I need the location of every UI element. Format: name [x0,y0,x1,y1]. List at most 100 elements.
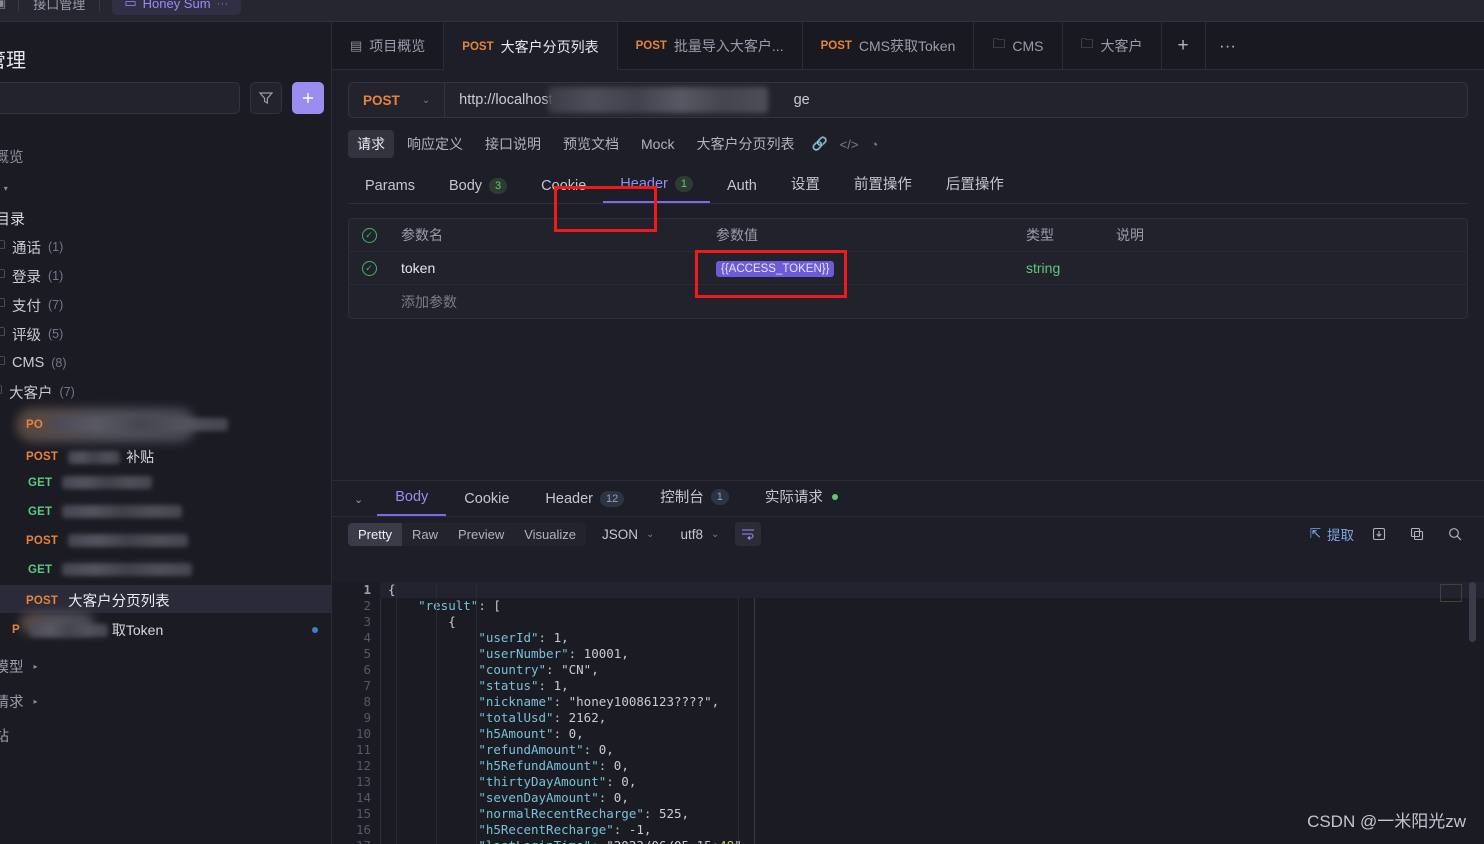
code-line[interactable]: "result": [ [380,598,1484,614]
extract-button[interactable]: ⇱ 提取 [1310,524,1354,544]
sidebar-folder-zhifu[interactable]: 🗀 支付 (7) [0,294,63,316]
table-add-row[interactable]: 添加参数 [349,285,1467,318]
sidebar-folder-denglu[interactable]: 🗀 登录 (1) [0,265,63,287]
variable-chip[interactable]: {{ACCESS_TOKEN}} [716,261,835,277]
sidebar-item-quick-request[interactable]: 建请求 ▸ [0,691,38,712]
chevron-down-icon[interactable]: ⌄ [348,493,377,516]
tab-response-header[interactable]: Header 12 [527,491,642,516]
method-select[interactable]: POST ⌄ [349,83,446,117]
code-line[interactable]: "userId": 1, [380,630,1484,646]
code-line[interactable]: "sevenDayAmount": 0, [380,790,1484,806]
select-all-checkbox[interactable]: ✓ [349,227,389,243]
tab-post-operation[interactable]: 后置操作 [929,173,1021,203]
format-select[interactable]: JSON ⌄ [592,527,664,542]
add-param-label[interactable]: 添加参数 [389,292,704,312]
code-line[interactable]: "totalUsd": 2162, [380,710,1484,726]
sidebar-item-recycle-bin[interactable]: 收站 [0,725,9,746]
sidebar-folder-pingji[interactable]: 🗀 评级 (5) [0,323,63,345]
editor-scrollbar[interactable] [1468,582,1476,844]
code-line[interactable]: "thirtyDayAmount": 0, [380,774,1484,790]
window-menu-label[interactable]: 接口管理 [19,0,99,13]
response-body-editor[interactable]: 123456789101112131415161718 { "result": … [332,582,1484,844]
tab-pre-operation[interactable]: 前置操作 [837,173,929,203]
code-line[interactable]: "h5RefundAmount": 0, [380,758,1484,774]
editor-code-area[interactable]: { "result": [ { "userId": 1, "userNumber… [380,582,1484,844]
table-row[interactable]: ✓ token {{ACCESS_TOKEN}} string [349,252,1467,285]
list-item[interactable]: GET [28,505,183,518]
code-icon[interactable]: </> [836,137,863,152]
add-button[interactable] [292,82,324,114]
sidebar-item-collapsed-group[interactable]: □ ▾ [0,180,8,196]
tab-cookie[interactable]: Cookie [524,178,603,203]
list-item[interactable]: P 取Token [12,620,331,640]
code-line[interactable]: "country": "CN", [380,662,1484,678]
copy-icon[interactable] [1404,522,1430,546]
tab-actual-request[interactable]: 实际请求 [747,486,856,516]
sidebar-item-project-overview[interactable]: 目概览 [0,146,24,167]
edit-circle-icon[interactable]: ◔ [866,137,882,152]
subtab-request[interactable]: 请求 [348,130,394,158]
code-line[interactable]: { [380,614,1484,630]
view-mode-visualize[interactable]: Visualize [514,523,586,546]
chevron-right-icon[interactable]: ▸ [34,662,38,671]
list-item[interactable]: PO [26,418,229,431]
subtab-response-define[interactable]: 响应定义 [398,130,472,158]
tab-project-overview[interactable]: ▤ 项目概览 [332,22,445,69]
subtab-api-description[interactable]: 接口说明 [476,130,550,158]
tab-body[interactable]: Body 3 [432,178,524,203]
link-icon[interactable]: 🔗 [807,136,831,152]
sidebar-item-root[interactable]: 根目录 [0,208,25,229]
code-line[interactable]: { [380,582,1484,598]
view-mode-preview[interactable]: Preview [448,523,514,546]
code-line[interactable]: "lastLoginTime": "2023/06/05 15:48", [380,838,1484,844]
sidebar-folder-cms[interactable]: 🗀 CMS (8) [0,352,67,374]
search-icon[interactable] [1442,522,1468,546]
tab-auth[interactable]: Auth [710,178,774,203]
funnel-icon[interactable] [250,82,282,114]
tab-cms-get-token[interactable]: POST CMS获取Token [803,22,975,69]
sidebar-folder-tonghua[interactable]: 🗀 通话 (1) [0,236,63,258]
row-checkbox[interactable]: ✓ [349,260,389,276]
code-line[interactable]: "userNumber": 10001, [380,646,1484,662]
tab-response-cookie[interactable]: Cookie [446,491,527,516]
project-selector[interactable]: ▭ Honey Sum ··· [112,0,241,15]
sidebar-folder-dakehu[interactable]: ▾ 🗀 大客户 (7) [0,381,75,403]
param-value-cell[interactable]: {{ACCESS_TOKEN}} [704,259,1014,277]
tab-response-body[interactable]: Body [377,489,447,516]
tab-header[interactable]: Header 1 [603,176,710,203]
project-more-icon[interactable]: ··· [217,0,229,10]
subtab-api-name[interactable]: 大客户分页列表 [687,130,803,158]
new-tab-button[interactable]: + [1162,22,1206,69]
encoding-select[interactable]: utf8 ⌄ [670,527,729,542]
param-type-cell[interactable]: string [1014,260,1104,276]
chevron-right-icon[interactable]: ▸ [34,697,38,706]
tab-settings[interactable]: 设置 [774,173,837,203]
scrollbar-thumb[interactable] [1469,582,1476,642]
list-item[interactable]: GET [28,476,153,489]
view-mode-pretty[interactable]: Pretty [348,522,402,546]
subtab-preview-doc[interactable]: 预览文档 [554,130,628,158]
tab-dakehu-fenye-liebiao[interactable]: POST 大客户分页列表 [444,22,618,70]
code-line[interactable]: "status": 1, [380,678,1484,694]
search-input[interactable] [0,82,240,114]
tab-overflow-button[interactable]: ··· [1206,22,1250,69]
param-name-cell[interactable]: token [389,260,704,276]
tab-dakehu-folder[interactable]: 🗀 大客户 [1063,22,1162,69]
code-line[interactable]: "refundAmount": 0, [380,742,1484,758]
sidebar-item-data-model[interactable]: 据模型 ▸ [0,656,38,677]
tab-batch-import[interactable]: POST 批量导入大客户... [618,22,803,69]
list-item[interactable]: GET [28,563,193,576]
tab-params[interactable]: Params [348,178,432,203]
view-mode-raw[interactable]: Raw [402,523,448,546]
code-line[interactable]: "nickname": "honey10086123????", [380,694,1484,710]
tab-cms-folder[interactable]: 🗀 CMS [974,22,1063,69]
tab-console[interactable]: 控制台 1 [642,486,747,516]
list-item[interactable]: POST [26,534,189,547]
list-item[interactable]: POST 补贴 [26,447,154,467]
download-icon[interactable] [1366,522,1392,546]
sidebar-item-dakehu-fenye-liebiao[interactable]: POST 大客户分页列表 [26,590,170,611]
wrap-text-icon[interactable] [735,522,762,546]
grid-icon[interactable]: ▣ [0,0,18,11]
code-line[interactable]: "h5Amount": 0, [380,726,1484,742]
chevron-down-icon[interactable]: ▾ [4,184,8,193]
